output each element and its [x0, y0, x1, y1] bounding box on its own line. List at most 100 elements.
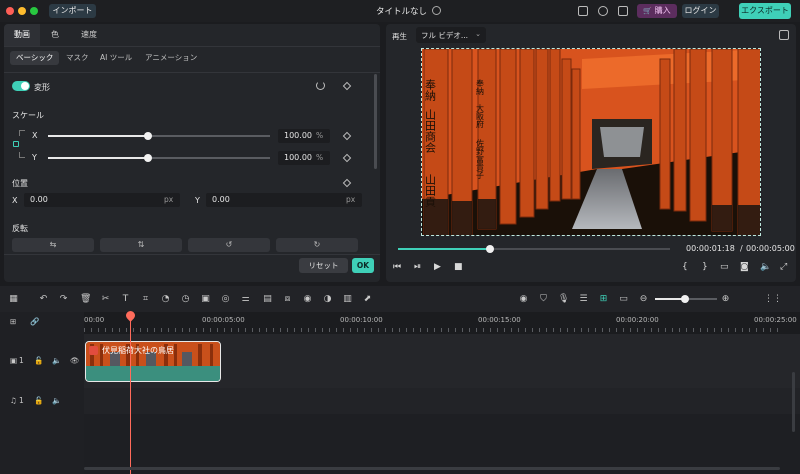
- snapshot-icon[interactable]: [779, 30, 789, 40]
- tab-speed[interactable]: 速度: [74, 24, 104, 46]
- display-icon[interactable]: ▭: [720, 262, 729, 272]
- keyframe-scale-x-icon[interactable]: [342, 131, 352, 141]
- audio-stretch-icon[interactable]: ◑: [322, 294, 333, 305]
- zoom-slider[interactable]: [681, 295, 689, 303]
- render-icon[interactable]: ◉: [518, 294, 529, 305]
- purchase-button[interactable]: 🛒 購入: [637, 4, 677, 18]
- preview-fit-icon[interactable]: ▭: [618, 294, 629, 305]
- monitor-icon[interactable]: [578, 6, 588, 16]
- grid-apps-icon[interactable]: [618, 6, 628, 16]
- panel-scrollbar[interactable]: [374, 74, 377, 169]
- stop-icon[interactable]: ■: [454, 262, 463, 272]
- adjust-icon[interactable]: ⚌: [240, 294, 251, 305]
- text-icon[interactable]: T: [120, 294, 131, 305]
- split-icon[interactable]: ✂: [100, 294, 111, 305]
- position-y-input[interactable]: 0.00 px: [206, 193, 362, 207]
- transform-toggle[interactable]: [12, 81, 30, 91]
- keyframe-scale-y-icon[interactable]: [342, 153, 352, 163]
- video-preview[interactable]: 奉納 山田商会 山田貢 奉納 大阪府 佐野富貴子: [421, 48, 761, 236]
- play-frame-icon[interactable]: ⏯: [414, 262, 421, 272]
- redo-icon[interactable]: ↷: [58, 294, 69, 305]
- layout-icon[interactable]: ▦: [8, 294, 19, 305]
- ruler-tick: [231, 328, 232, 332]
- timer-icon[interactable]: ◷: [180, 294, 191, 305]
- snap-icon[interactable]: ⊞: [598, 294, 609, 305]
- select-tool-icon[interactable]: ⬈: [362, 294, 373, 305]
- scale-y-input[interactable]: 100.00 %: [278, 151, 330, 165]
- rotate-left-button[interactable]: ↺: [188, 238, 270, 252]
- eye-icon[interactable]: 👁: [70, 356, 80, 365]
- crop-icon[interactable]: ⌗: [140, 294, 151, 305]
- previous-frame-icon[interactable]: ⏮: [393, 262, 401, 272]
- subtab-mask[interactable]: マスク: [66, 51, 89, 65]
- rotate-right-button[interactable]: ↻: [276, 238, 358, 252]
- tab-color[interactable]: 色: [44, 24, 66, 46]
- scale-x-input[interactable]: 100.00 %: [278, 129, 330, 143]
- zoom-in-icon[interactable]: ⊕: [720, 294, 731, 305]
- subtab-ai-tools[interactable]: AI ツール: [100, 51, 132, 65]
- ruler-tick: [609, 328, 610, 332]
- motion-tracking-icon[interactable]: ◎: [220, 294, 231, 305]
- mark-out-icon[interactable]: }: [702, 262, 708, 272]
- ok-button[interactable]: OK: [352, 258, 374, 273]
- flip-vertical-button[interactable]: ⇅: [100, 238, 182, 252]
- timeline-hscroll[interactable]: [84, 467, 780, 470]
- play-icon[interactable]: ▶: [434, 262, 441, 272]
- ruler-tick: [406, 328, 407, 332]
- time-ruler[interactable]: 00:00 00:00:05:00 00:00:10:00 00:00:15:0…: [84, 312, 800, 334]
- cloud-upload-icon[interactable]: [598, 6, 608, 16]
- fullscreen-icon[interactable]: ⤢: [780, 262, 787, 272]
- lock-icon[interactable]: 🔓: [34, 356, 43, 365]
- mark-in-icon[interactable]: {: [682, 262, 688, 272]
- ruler-tick: [329, 328, 330, 332]
- mute-icon[interactable]: 🔈: [52, 356, 61, 365]
- grip-icon[interactable]: ⋮⋮: [764, 294, 782, 305]
- waveform-icon[interactable]: ▥: [342, 294, 353, 305]
- ruler-tick: [119, 328, 120, 332]
- audio-track-1[interactable]: [84, 388, 800, 414]
- scale-y-label: Y: [32, 153, 37, 162]
- zoom-out-icon[interactable]: ⊖: [638, 294, 649, 305]
- scale-x-slider[interactable]: [144, 132, 152, 140]
- lock-ratio-icon[interactable]: [13, 141, 19, 147]
- audio-mute-icon[interactable]: 🔈: [52, 396, 61, 405]
- reset-button[interactable]: リセット: [299, 258, 348, 273]
- auto-reframe-icon[interactable]: ▣: [200, 294, 211, 305]
- speed-icon[interactable]: ◔: [160, 294, 171, 305]
- ruler-label-25: 00:00:25:00: [754, 316, 797, 324]
- audio-lock-icon[interactable]: 🔓: [34, 396, 43, 405]
- timeline-vscroll[interactable]: [792, 372, 795, 432]
- reset-transform-icon[interactable]: [316, 81, 325, 90]
- camera-icon[interactable]: ◙: [740, 262, 749, 272]
- voiceover-list-icon[interactable]: ☰: [578, 294, 589, 305]
- ruler-tick: [105, 328, 106, 332]
- keyframe-transform-icon[interactable]: [342, 81, 352, 91]
- seek-handle[interactable]: [486, 245, 494, 253]
- shield-icon[interactable]: ⛉: [538, 294, 549, 305]
- import-button[interactable]: インポート: [49, 4, 96, 18]
- subtab-basic[interactable]: ベーシック: [10, 51, 60, 65]
- window-title: タイトルなし: [376, 7, 428, 17]
- keyframe-position-icon[interactable]: [342, 178, 352, 188]
- delete-icon[interactable]: 🗑: [80, 294, 91, 305]
- freeze-frame-icon[interactable]: ⧈: [282, 294, 293, 305]
- tab-video[interactable]: 動画: [4, 24, 40, 46]
- color-match-icon[interactable]: ◉: [302, 294, 313, 305]
- quality-select[interactable]: フル ビデオ... ⌄: [416, 27, 486, 43]
- scale-y-slider[interactable]: [144, 154, 152, 162]
- flip-horizontal-button[interactable]: ⇆: [12, 238, 94, 252]
- close-window-button[interactable]: [6, 7, 14, 15]
- export-button[interactable]: エクスポート: [739, 3, 791, 19]
- subtab-animation[interactable]: アニメーション: [145, 51, 197, 65]
- green-screen-icon[interactable]: ▤: [262, 294, 273, 305]
- undo-icon[interactable]: ↶: [38, 294, 49, 305]
- add-track-icon[interactable]: ⊞: [10, 317, 16, 326]
- link-icon[interactable]: 🔗: [30, 317, 39, 326]
- current-time: 00:00:01:18: [686, 244, 735, 253]
- login-button[interactable]: ログイン: [682, 4, 719, 18]
- volume-icon[interactable]: 🔈: [760, 262, 771, 272]
- position-x-input[interactable]: 0.00 px: [24, 193, 180, 207]
- microphone-icon[interactable]: 🎙: [558, 294, 569, 305]
- zoom-window-button[interactable]: [30, 7, 38, 15]
- minimize-window-button[interactable]: [18, 7, 26, 15]
